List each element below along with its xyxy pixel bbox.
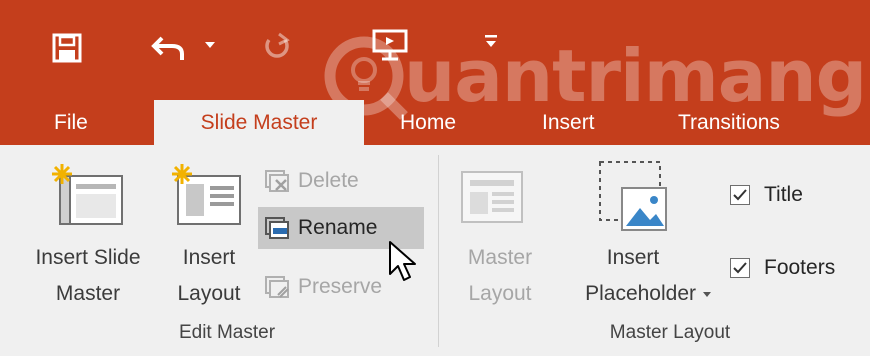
insert-placeholder-label-1[interactable]: Insert — [548, 240, 718, 276]
undo-icon[interactable] — [150, 30, 190, 64]
tab-slide-master[interactable]: Slide Master — [154, 100, 364, 145]
delete-label: Delete — [298, 169, 359, 192]
insert-layout-icon[interactable] — [170, 162, 246, 232]
save-icon[interactable] — [52, 33, 82, 63]
insert-slide-master-label-1[interactable]: Insert Slide — [20, 240, 156, 276]
tab-home[interactable]: Home — [400, 100, 456, 145]
insert-slide-master-icon[interactable] — [50, 162, 126, 232]
master-layout-icon — [461, 171, 523, 223]
tab-transitions[interactable]: Transitions — [678, 100, 780, 145]
title-checkbox-label: Title — [764, 183, 803, 206]
group-divider — [438, 155, 439, 347]
tab-insert[interactable]: Insert — [542, 100, 595, 145]
edit-master-group-label: Edit Master — [178, 322, 276, 343]
insert-placeholder-label-2[interactable]: Placeholder — [548, 276, 708, 312]
delete-icon — [265, 170, 289, 192]
insert-layout-label-1[interactable]: Insert — [164, 240, 254, 276]
rename-icon — [265, 217, 289, 239]
mouse-cursor-icon — [389, 241, 416, 281]
redo-icon — [265, 32, 290, 58]
rename-label: Rename — [298, 216, 378, 239]
master-layout-label-1: Master — [467, 246, 533, 269]
undo-dropdown-icon[interactable] — [204, 40, 216, 50]
delete-button: Delete — [264, 160, 424, 202]
preserve-label: Preserve — [298, 275, 383, 298]
insert-placeholder-icon[interactable] — [596, 158, 670, 234]
checkmark-icon — [733, 189, 747, 201]
footers-checkbox-label: Footers — [764, 256, 836, 279]
footers-checkbox[interactable] — [730, 258, 750, 278]
footers-checkbox-row[interactable]: Footers — [730, 256, 835, 280]
insert-layout-label-2[interactable]: Layout — [164, 276, 254, 312]
title-checkbox[interactable] — [730, 185, 750, 205]
title-checkbox-row[interactable]: Title — [730, 183, 803, 207]
customize-toolbar-icon[interactable] — [484, 34, 498, 50]
insert-slide-master-label-2[interactable]: Master — [20, 276, 156, 312]
preserve-icon — [265, 276, 289, 298]
checkmark-icon — [733, 262, 747, 274]
master-layout-group-label: Master Layout — [609, 322, 731, 343]
insert-placeholder-dropdown-icon[interactable] — [702, 291, 712, 299]
master-layout-label-2: Layout — [468, 282, 532, 305]
tab-file[interactable]: File — [54, 100, 88, 145]
start-from-beginning-icon[interactable] — [372, 28, 408, 62]
